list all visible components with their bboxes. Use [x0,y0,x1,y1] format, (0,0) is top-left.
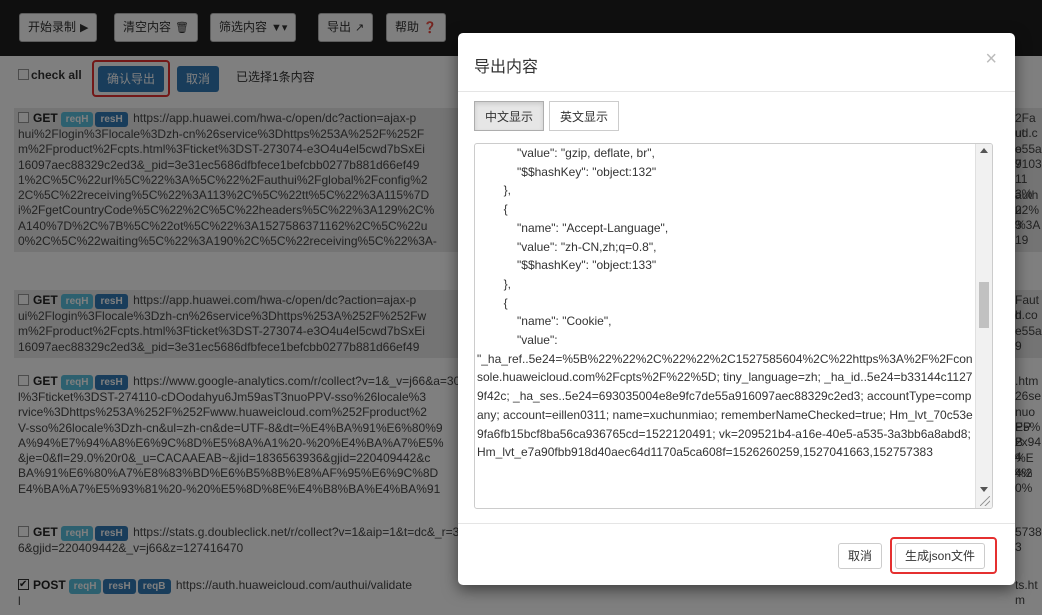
tab-english-display[interactable]: 英文显示 [549,101,620,131]
generate-json-highlight [890,537,997,574]
scroll-down-arrow-icon[interactable] [980,487,988,492]
export-json-content: "value": "gzip, deflate, br", "$$hashKey… [477,146,973,460]
resize-grip-icon[interactable] [980,496,990,506]
tab-chinese-display[interactable]: 中文显示 [474,101,545,131]
dialog-cancel-button[interactable]: 取消 [838,543,883,569]
footer-divider [458,523,1015,524]
scrollbar-thumb[interactable] [979,282,989,328]
scroll-up-arrow-icon[interactable] [980,148,988,153]
close-icon[interactable]: × [985,48,997,71]
header-divider [458,91,1015,92]
textarea-scrollbar[interactable] [975,144,992,508]
dialog-title: 导出内容 [474,59,539,76]
export-dialog: 导出内容 × 中文显示 英文显示 "value": "gzip, deflate… [458,33,1015,585]
export-textarea[interactable]: "value": "gzip, deflate, br", "$$hashKey… [474,143,993,509]
